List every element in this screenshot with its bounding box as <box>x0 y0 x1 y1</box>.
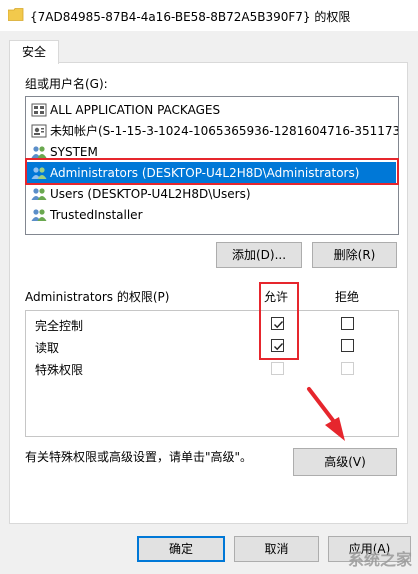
list-item-label: Administrators (DESKTOP-U4L2H8D\Administ… <box>50 165 360 180</box>
list-item[interactable]: Users (DESKTOP-U4L2H8D\Users) <box>26 183 396 204</box>
advanced-hint-text: 有关特殊权限或高级设置，请单击"高级"。 <box>25 450 253 464</box>
special-allow-checkbox <box>271 362 284 375</box>
users-icon <box>31 187 47 200</box>
app-packages-icon <box>31 103 47 116</box>
permission-name: 读取 <box>35 341 60 355</box>
full-control-allow-checkbox[interactable] <box>271 317 284 330</box>
list-item-label: ALL APPLICATION PACKAGES <box>50 102 221 117</box>
users-icon <box>31 145 47 158</box>
list-item[interactable]: 未知帐户(S-1-15-3-1024-1065365936-1281604716… <box>26 120 399 141</box>
checkmark-icon <box>274 321 284 329</box>
remove-button[interactable]: 删除(R) <box>312 242 397 268</box>
read-deny-checkbox[interactable] <box>341 339 354 352</box>
list-item-label: Users (DESKTOP-U4L2H8D\Users) <box>50 186 251 201</box>
users-icon <box>31 166 47 179</box>
cancel-button[interactable]: 取消 <box>234 536 319 562</box>
list-item-selected[interactable]: Administrators (DESKTOP-U4L2H8D\Administ… <box>26 162 396 183</box>
list-item[interactable]: TrustedInstaller <box>26 204 396 225</box>
permissions-label: Administrators 的权限(P) <box>25 290 170 304</box>
watermark-logo: 系统之家 <box>347 550 412 569</box>
list-item-label: 未知帐户(S-1-15-3-1024-1065365936-1281604716… <box>50 124 399 138</box>
folder-icon <box>8 8 24 21</box>
ok-button[interactable]: 确定 <box>137 536 225 562</box>
permission-name: 特殊权限 <box>35 363 84 377</box>
advanced-button[interactable]: 高级(V) <box>293 448 397 476</box>
list-item[interactable]: SYSTEM <box>26 141 396 162</box>
annotation-arrow-icon <box>307 387 345 441</box>
add-button[interactable]: 添加(D)... <box>216 242 302 268</box>
users-icon <box>31 208 47 221</box>
read-allow-checkbox[interactable] <box>271 339 284 352</box>
checkmark-icon <box>274 343 284 351</box>
deny-column-header: 拒绝 <box>335 290 360 304</box>
window-title: {7AD84985-87B4-4a16-BE58-8B72A5B390F7} 的… <box>30 10 351 24</box>
allow-column-header: 允许 <box>264 290 289 304</box>
unknown-account-icon <box>31 124 47 137</box>
full-control-deny-checkbox[interactable] <box>341 317 354 330</box>
list-item-label: SYSTEM <box>50 144 98 159</box>
groups-label: 组或用户名(G): <box>25 77 108 91</box>
permission-name: 完全控制 <box>35 319 84 333</box>
list-item-label: TrustedInstaller <box>50 207 143 222</box>
groups-listbox[interactable]: ALL APPLICATION PACKAGES 未知帐户(S-1-15-3-1… <box>25 96 399 235</box>
tab-security[interactable]: 安全 <box>9 40 59 64</box>
list-item[interactable]: ALL APPLICATION PACKAGES <box>26 99 396 120</box>
title-bar: {7AD84985-87B4-4a16-BE58-8B72A5B390F7} 的… <box>0 0 418 31</box>
special-deny-checkbox <box>341 362 354 375</box>
